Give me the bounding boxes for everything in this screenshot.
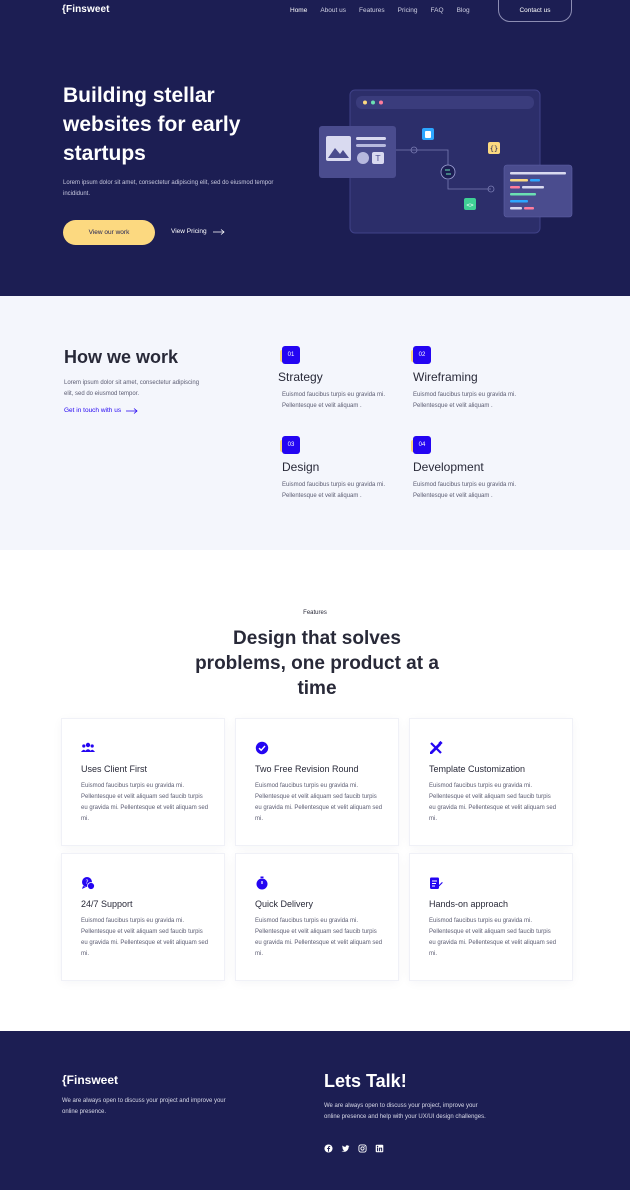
how-we-work-section: How we work Lorem ipsum dolor sit amet, … xyxy=(0,296,630,550)
step-number-badge: 03 xyxy=(280,436,300,456)
step-development: 04 Development Euismod faucibus turpis e… xyxy=(411,436,541,502)
features-section: Features Design that solves problems, on… xyxy=(0,550,630,1031)
step-number-badge: 04 xyxy=(411,436,431,456)
svg-text:T: T xyxy=(375,154,381,163)
svg-text:?: ? xyxy=(85,879,88,886)
footer-logo[interactable]: {Finsweet xyxy=(62,1073,118,1087)
step-description: Euismod faucibus turpis eu gravida mi. P… xyxy=(413,482,517,499)
nav-link-features[interactable]: Features xyxy=(359,7,385,14)
feature-description: Euismod faucibus turpis eu gravida mi. P… xyxy=(429,783,557,822)
feature-title: Quick Delivery xyxy=(255,899,314,909)
nav-link-pricing[interactable]: Pricing xyxy=(398,7,418,14)
nav-link-about[interactable]: About us xyxy=(320,7,346,14)
get-in-touch-label: Get in touch with us xyxy=(64,407,122,414)
view-pricing-link[interactable]: View Pricing xyxy=(171,228,225,235)
nav-link-faq[interactable]: FAQ xyxy=(431,7,444,14)
step-title: Wireframing xyxy=(413,370,478,384)
step-title: Development xyxy=(413,460,484,474)
stopwatch-icon xyxy=(256,876,268,890)
feature-title: Uses Client First xyxy=(81,764,148,774)
window-dot-pink xyxy=(379,100,383,105)
footer: {Finsweet We are always open to discuss … xyxy=(0,1031,630,1190)
lets-talk-title: Lets Talk! xyxy=(324,1071,407,1091)
feature-card: Quick Delivery Euismod faucibus turpis e… xyxy=(236,854,398,980)
view-work-button[interactable]: View our work xyxy=(63,220,155,245)
get-in-touch-link[interactable]: Get in touch with us xyxy=(64,407,138,414)
step-title: Design xyxy=(282,460,320,474)
nav-link-home[interactable]: Home xyxy=(290,7,307,14)
step-wireframing: 02 Wireframing Euismod faucibus turpis e… xyxy=(411,346,541,412)
arrow-right-icon xyxy=(212,228,225,235)
how-description: Lorem ipsum dolor sit amet, consectetur … xyxy=(64,380,200,397)
step-description: Euismod faucibus turpis eu gravida mi. P… xyxy=(282,482,386,499)
window-dot-yellow xyxy=(363,100,367,105)
logo[interactable]: {Finsweet xyxy=(62,4,110,15)
feature-description: Euismod faucibus turpis eu gravida mi. P… xyxy=(81,783,209,822)
view-pricing-label: View Pricing xyxy=(171,228,207,235)
lets-talk-description: We are always open to discuss your proje… xyxy=(324,1103,486,1120)
twitter-icon[interactable] xyxy=(341,1144,350,1153)
features-eyebrow: Features xyxy=(303,610,327,616)
nav-links: Home About us Features Pricing FAQ Blog xyxy=(290,7,483,14)
edit-doc-icon xyxy=(430,877,443,889)
hero-title: Building stellar websites for early star… xyxy=(63,84,241,165)
nav-link-blog[interactable]: Blog xyxy=(457,7,470,14)
feature-title: 24/7 Support xyxy=(81,899,133,909)
step-number-badge: 02 xyxy=(411,346,431,366)
step-number: 01 xyxy=(282,346,300,364)
feature-description: Euismod faucibus turpis eu gravida mi. P… xyxy=(255,783,383,822)
hero-description: Lorem ipsum dolor sit amet, consectetur … xyxy=(63,180,274,197)
users-icon xyxy=(81,742,95,752)
footer-description: We are always open to discuss your proje… xyxy=(62,1098,226,1115)
features-title: Design that solves problems, one product… xyxy=(195,628,439,699)
design-tools-icon xyxy=(430,741,443,754)
feature-title: Two Free Revision Round xyxy=(255,764,359,774)
step-number: 02 xyxy=(413,346,431,364)
step-number: 04 xyxy=(413,436,431,454)
facebook-icon[interactable] xyxy=(324,1144,333,1153)
step-number: 03 xyxy=(282,436,300,454)
hero-section: Building stellar websites for early star… xyxy=(0,22,630,296)
top-nav: {Finsweet Home About us Features Pricing… xyxy=(0,0,630,22)
social-links xyxy=(324,1144,384,1153)
feature-description: Euismod faucibus turpis eu gravida mi. P… xyxy=(81,918,209,957)
feature-card: Uses Client First Euismod faucibus turpi… xyxy=(62,719,224,845)
feature-description: Euismod faucibus turpis eu gravida mi. P… xyxy=(255,918,383,957)
feature-card: ? 24/7 Support Euismod faucibus turpis e… xyxy=(62,854,224,980)
feature-card: Hands-on approach Euismod faucibus turpi… xyxy=(410,854,572,980)
step-description: Euismod faucibus turpis eu gravida mi. P… xyxy=(413,392,517,409)
check-badge-icon xyxy=(255,741,269,755)
linkedin-icon[interactable] xyxy=(375,1144,384,1153)
support-chat-icon: ? xyxy=(82,877,95,890)
step-description: Euismod faucibus turpis eu gravida mi. P… xyxy=(282,392,386,409)
step-strategy: 01 Strategy Euismod faucibus turpis eu g… xyxy=(278,346,410,412)
step-title: Strategy xyxy=(278,370,323,384)
feature-description: Euismod faucibus turpis eu gravida mi. P… xyxy=(429,918,557,957)
how-title: How we work xyxy=(64,347,179,367)
step-design: 03 Design Euismod faucibus turpis eu gra… xyxy=(280,436,410,502)
contact-button[interactable]: Contact us xyxy=(498,0,572,22)
instagram-icon[interactable] xyxy=(358,1144,367,1153)
svg-text:{}: {} xyxy=(490,145,498,153)
hero-illustration: T {} <> xyxy=(319,89,573,234)
step-number-badge: 01 xyxy=(280,346,300,366)
feature-title: Template Customization xyxy=(429,764,526,774)
svg-text:<>: <> xyxy=(466,202,474,209)
feature-title: Hands-on approach xyxy=(429,899,509,909)
arrow-right-icon xyxy=(126,407,138,414)
window-dot-green xyxy=(371,100,375,105)
feature-card: Template Customization Euismod faucibus … xyxy=(410,719,572,845)
feature-card: Two Free Revision Round Euismod faucibus… xyxy=(236,719,398,845)
